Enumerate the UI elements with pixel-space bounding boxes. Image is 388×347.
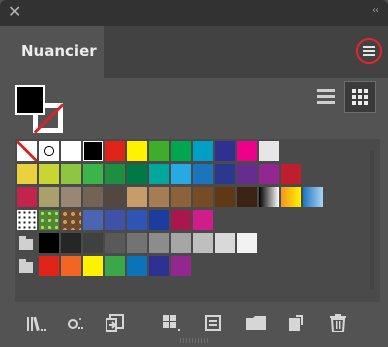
swatch-0-4[interactable] bbox=[105, 141, 125, 161]
list-view-icon bbox=[317, 89, 335, 92]
swatch-0-11[interactable] bbox=[259, 141, 279, 161]
swatch-5-0[interactable] bbox=[39, 256, 59, 276]
hamburger-menu-icon bbox=[363, 46, 375, 48]
swatch-3-3[interactable] bbox=[83, 210, 103, 230]
swatch-options-icon[interactable] bbox=[163, 315, 181, 331]
swatch-0-3[interactable] bbox=[83, 141, 103, 161]
list-view-button[interactable] bbox=[310, 81, 342, 113]
swatch-2-10[interactable] bbox=[237, 187, 257, 207]
swatch-1-6[interactable] bbox=[149, 164, 169, 184]
swatch-1-5[interactable] bbox=[127, 164, 147, 184]
swatch-3-4[interactable] bbox=[105, 210, 125, 230]
new-color-group-icon[interactable] bbox=[205, 315, 221, 331]
tab-swatches[interactable]: Nuancier bbox=[0, 26, 104, 78]
swatch-0-7[interactable] bbox=[171, 141, 191, 161]
swatch-3-2[interactable] bbox=[61, 210, 81, 230]
swatch-5-6[interactable] bbox=[171, 256, 191, 276]
panel-menu-button[interactable] bbox=[356, 38, 382, 64]
swatch-4-0[interactable] bbox=[39, 233, 59, 253]
swatch-0-9[interactable] bbox=[215, 141, 235, 161]
swatch-1-2[interactable] bbox=[61, 164, 81, 184]
grid-view-icon bbox=[352, 89, 356, 93]
swatch-0-5[interactable] bbox=[127, 141, 147, 161]
swatch-1-4[interactable] bbox=[105, 164, 125, 184]
swatch-3-6[interactable] bbox=[149, 210, 169, 230]
swatch-5-4[interactable] bbox=[127, 256, 147, 276]
grid-view-button[interactable] bbox=[344, 81, 376, 113]
swatch-2-3[interactable] bbox=[83, 187, 103, 207]
swatch-2-8[interactable] bbox=[193, 187, 213, 207]
swatch-5-3[interactable] bbox=[105, 256, 125, 276]
swatch-5-1[interactable] bbox=[61, 256, 81, 276]
swatch-3-7[interactable] bbox=[171, 210, 191, 230]
swatch-0-8[interactable] bbox=[193, 141, 213, 161]
swatch-grid bbox=[15, 139, 380, 302]
color-group-folder-icon[interactable] bbox=[19, 236, 33, 250]
trash-icon[interactable] bbox=[330, 314, 346, 332]
swatch-2-2[interactable] bbox=[61, 187, 81, 207]
close-icon[interactable]: ✕ bbox=[8, 3, 21, 21]
collapse-icon[interactable]: ‹‹ bbox=[372, 5, 379, 16]
swatch-1-1[interactable] bbox=[39, 164, 59, 184]
swatch-0-6[interactable] bbox=[149, 141, 169, 161]
swatch-1-0[interactable] bbox=[17, 164, 37, 184]
swatch-4-6[interactable] bbox=[171, 233, 191, 253]
swatch-0-1[interactable] bbox=[39, 141, 59, 161]
swatch-4-7[interactable] bbox=[193, 233, 213, 253]
resize-grip[interactable] bbox=[180, 338, 208, 343]
color-group-folder-icon[interactable] bbox=[19, 259, 33, 273]
folder-icon[interactable] bbox=[246, 316, 266, 330]
swatch-0-2[interactable] bbox=[61, 141, 81, 161]
swatch-2-6[interactable] bbox=[149, 187, 169, 207]
swatch-3-1[interactable] bbox=[39, 210, 59, 230]
swatch-1-9[interactable] bbox=[215, 164, 235, 184]
swatch-2-5[interactable] bbox=[127, 187, 147, 207]
swatch-4-3[interactable] bbox=[105, 233, 125, 253]
panel-title: Nuancier bbox=[21, 42, 97, 60]
swatches-panel: ✕ ‹‹ Nuancier bbox=[0, 0, 388, 347]
swatch-2-11[interactable] bbox=[259, 187, 279, 207]
new-swatch-icon[interactable] bbox=[289, 315, 303, 331]
library-icon[interactable] bbox=[27, 315, 47, 331]
swatch-0-10[interactable] bbox=[237, 141, 257, 161]
swatch-2-1[interactable] bbox=[39, 187, 59, 207]
swatch-2-7[interactable] bbox=[171, 187, 191, 207]
swatch-kinds-icon[interactable] bbox=[68, 315, 84, 331]
swatch-1-10[interactable] bbox=[237, 164, 257, 184]
swatch-2-12[interactable] bbox=[281, 187, 301, 207]
swatch-3-8[interactable] bbox=[193, 210, 213, 230]
fill-stroke-indicator bbox=[15, 85, 65, 135]
swatch-1-7[interactable] bbox=[171, 164, 191, 184]
swatch-scrollbar[interactable] bbox=[370, 150, 374, 290]
panel-title-bar: ✕ ‹‹ bbox=[0, 0, 388, 26]
swatch-5-5[interactable] bbox=[149, 256, 169, 276]
swatch-2-9[interactable] bbox=[215, 187, 235, 207]
swatch-4-5[interactable] bbox=[149, 233, 169, 253]
swatch-5-2[interactable] bbox=[83, 256, 103, 276]
place-icon[interactable] bbox=[106, 314, 124, 332]
swatch-4-9[interactable] bbox=[237, 233, 257, 253]
swatch-3-0[interactable] bbox=[17, 210, 37, 230]
swatch-1-11[interactable] bbox=[259, 164, 279, 184]
fill-black-swatch[interactable] bbox=[15, 85, 45, 115]
swatch-0-0[interactable] bbox=[17, 141, 37, 161]
swatch-4-4[interactable] bbox=[127, 233, 147, 253]
swatch-1-12[interactable] bbox=[281, 164, 301, 184]
swatch-2-4[interactable] bbox=[105, 187, 125, 207]
swatch-4-1[interactable] bbox=[61, 233, 81, 253]
swatch-1-8[interactable] bbox=[193, 164, 213, 184]
swatch-4-2[interactable] bbox=[83, 233, 103, 253]
swatch-4-8[interactable] bbox=[215, 233, 235, 253]
swatch-1-3[interactable] bbox=[83, 164, 103, 184]
swatch-2-13[interactable] bbox=[303, 187, 323, 207]
swatch-3-5[interactable] bbox=[127, 210, 147, 230]
panel-tab-row: Nuancier bbox=[0, 26, 388, 78]
swatch-2-0[interactable] bbox=[17, 187, 37, 207]
